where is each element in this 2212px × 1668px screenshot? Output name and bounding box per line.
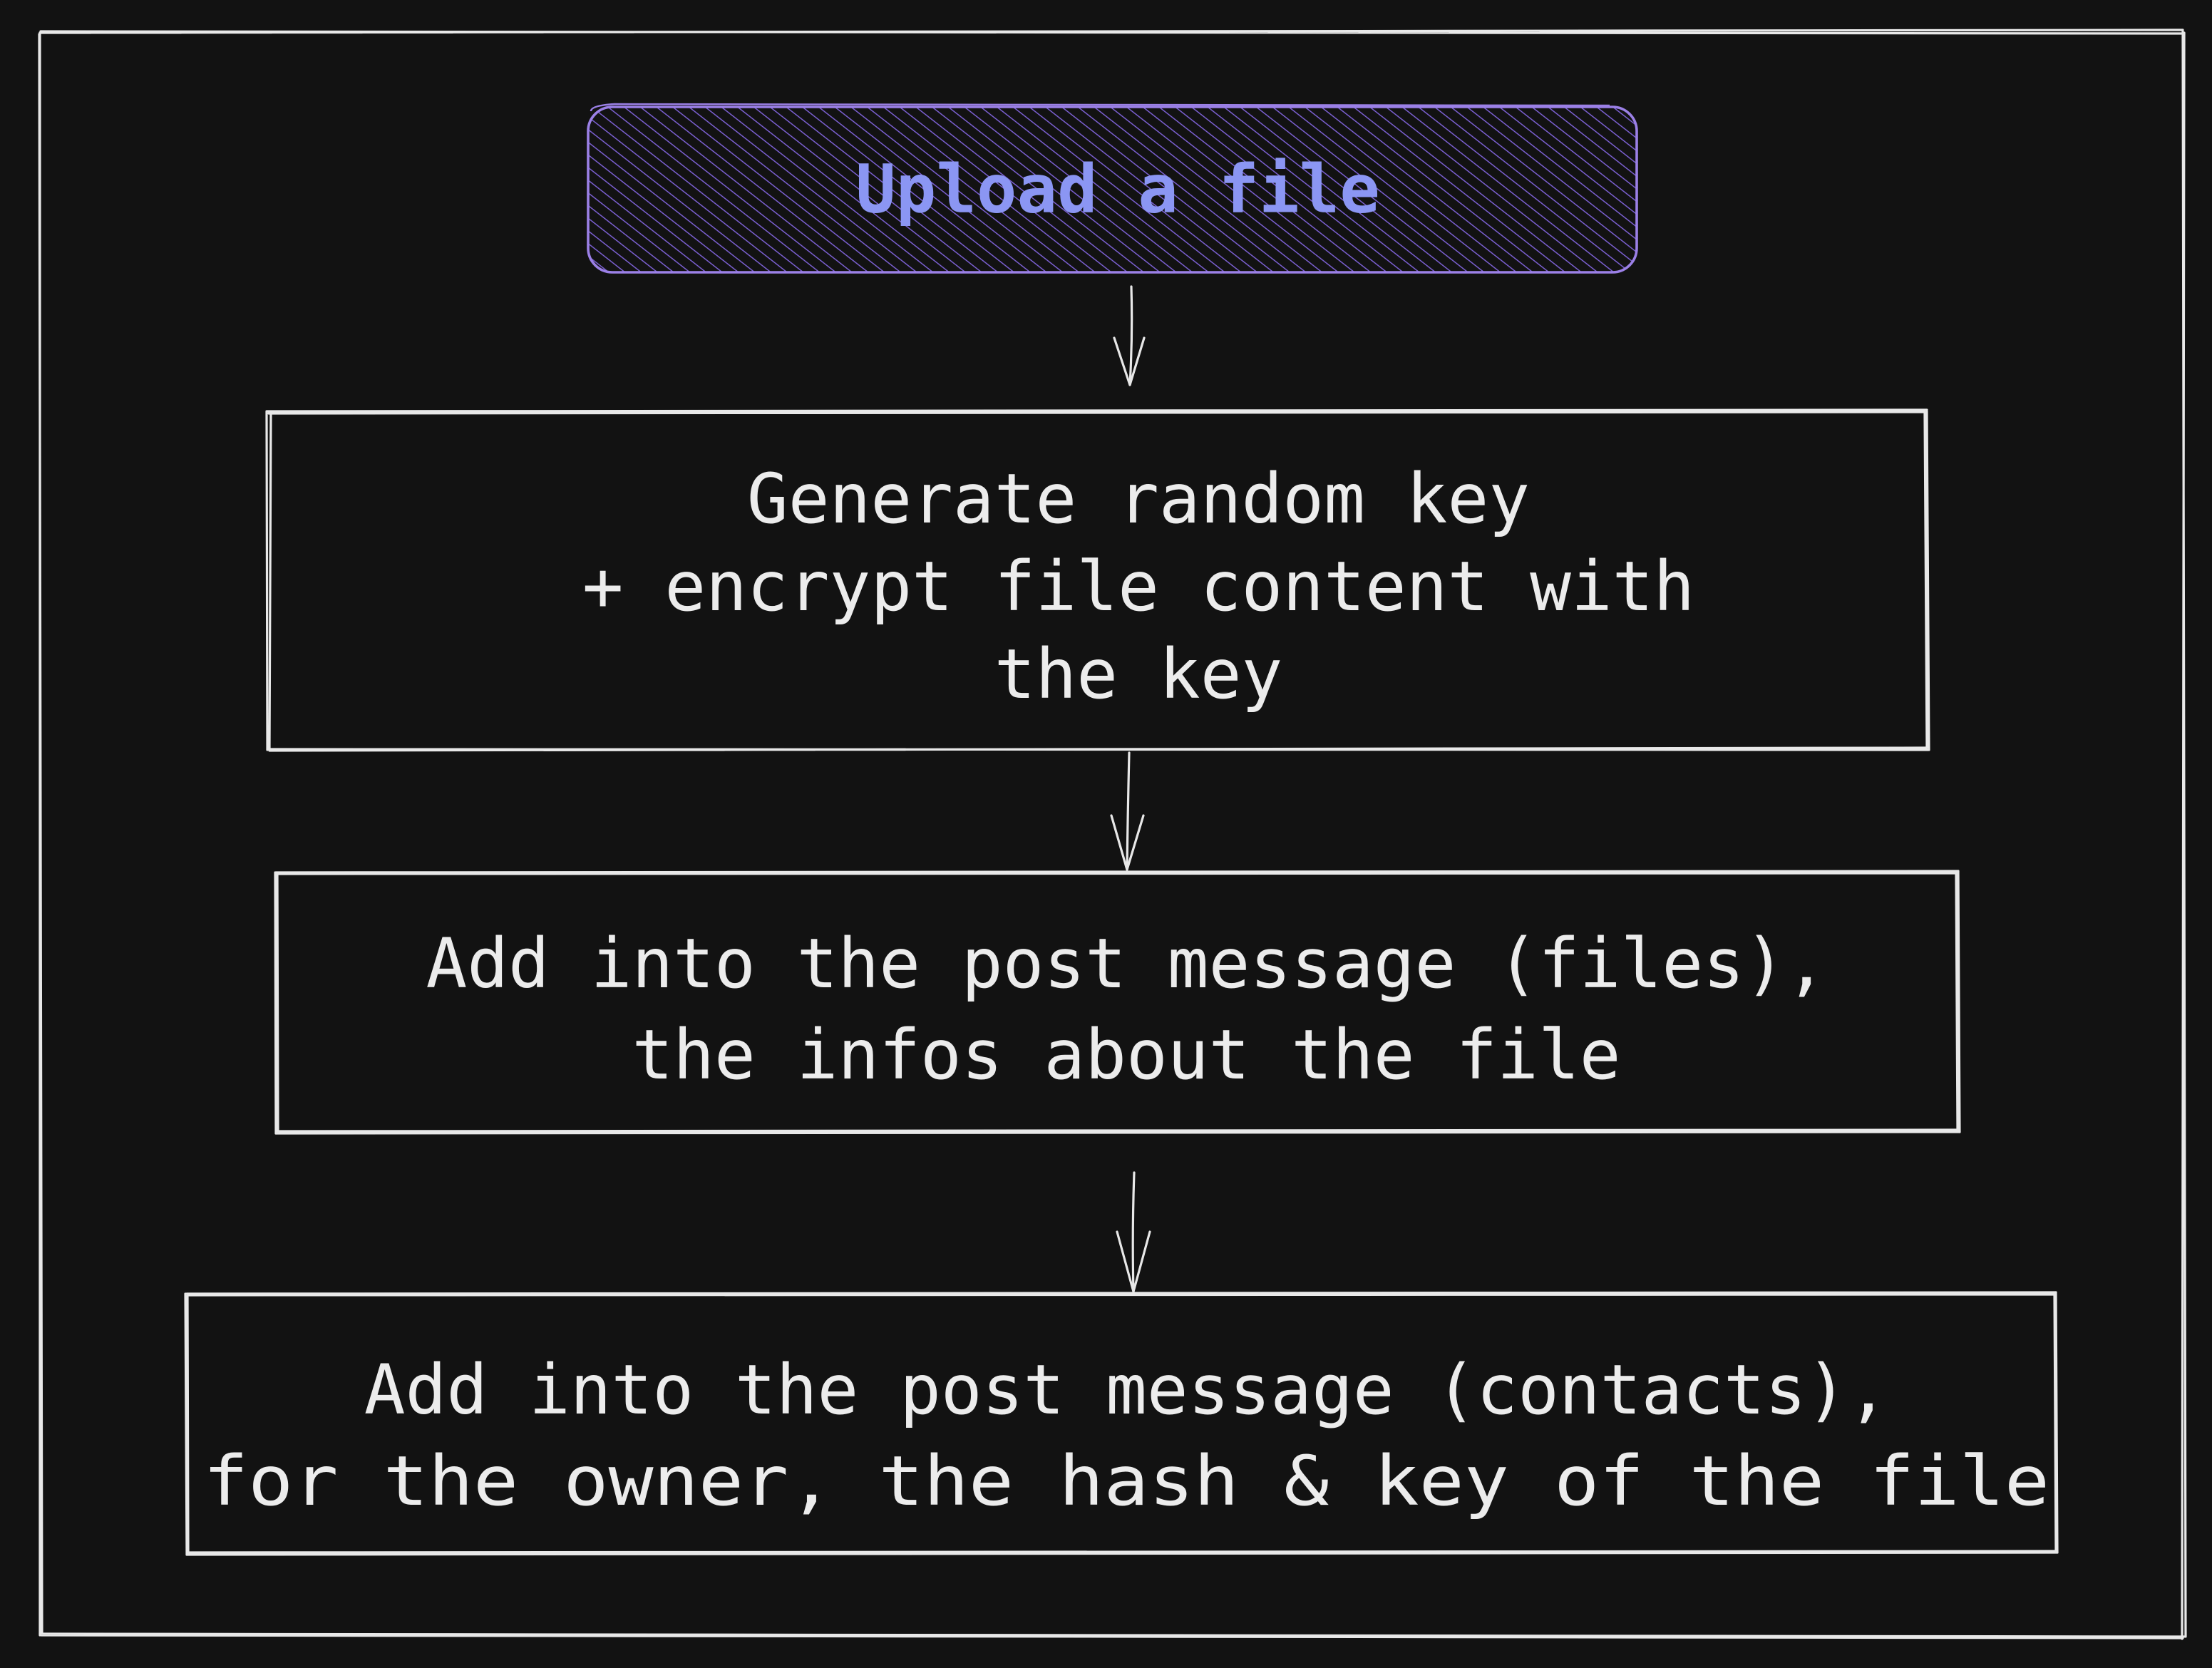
step2-line-1: Add into the post message (files), <box>426 924 1826 1004</box>
arrow-step1-to-step2 <box>1110 751 1145 871</box>
step1-node: Generate random key + encrypt file conte… <box>265 408 1930 752</box>
step2-line-2: the infos about the file <box>632 1015 1620 1095</box>
start-node-label: Upload a file <box>855 151 1380 229</box>
flowchart-diagram: Upload a file Generate random key + encr… <box>38 29 2187 1640</box>
step2-node: Add into the post message (files), the i… <box>274 870 1961 1135</box>
step3-line-1: Add into the post message (contacts), <box>364 1350 1888 1430</box>
step1-line-2: + encrypt file content with <box>582 547 1695 627</box>
step1-line-3: the key <box>994 634 1283 714</box>
start-node: Upload a file <box>587 103 1638 274</box>
arrow-start-to-step1 <box>1113 285 1146 386</box>
step3-node: Add into the post message (contacts), fo… <box>184 1291 2059 1556</box>
step1-line-1: Generate random key <box>747 459 1530 539</box>
step3-line-2: for the owner, the hash & key of the fil… <box>203 1441 2049 1521</box>
arrow-step2-to-step3 <box>1116 1171 1151 1293</box>
